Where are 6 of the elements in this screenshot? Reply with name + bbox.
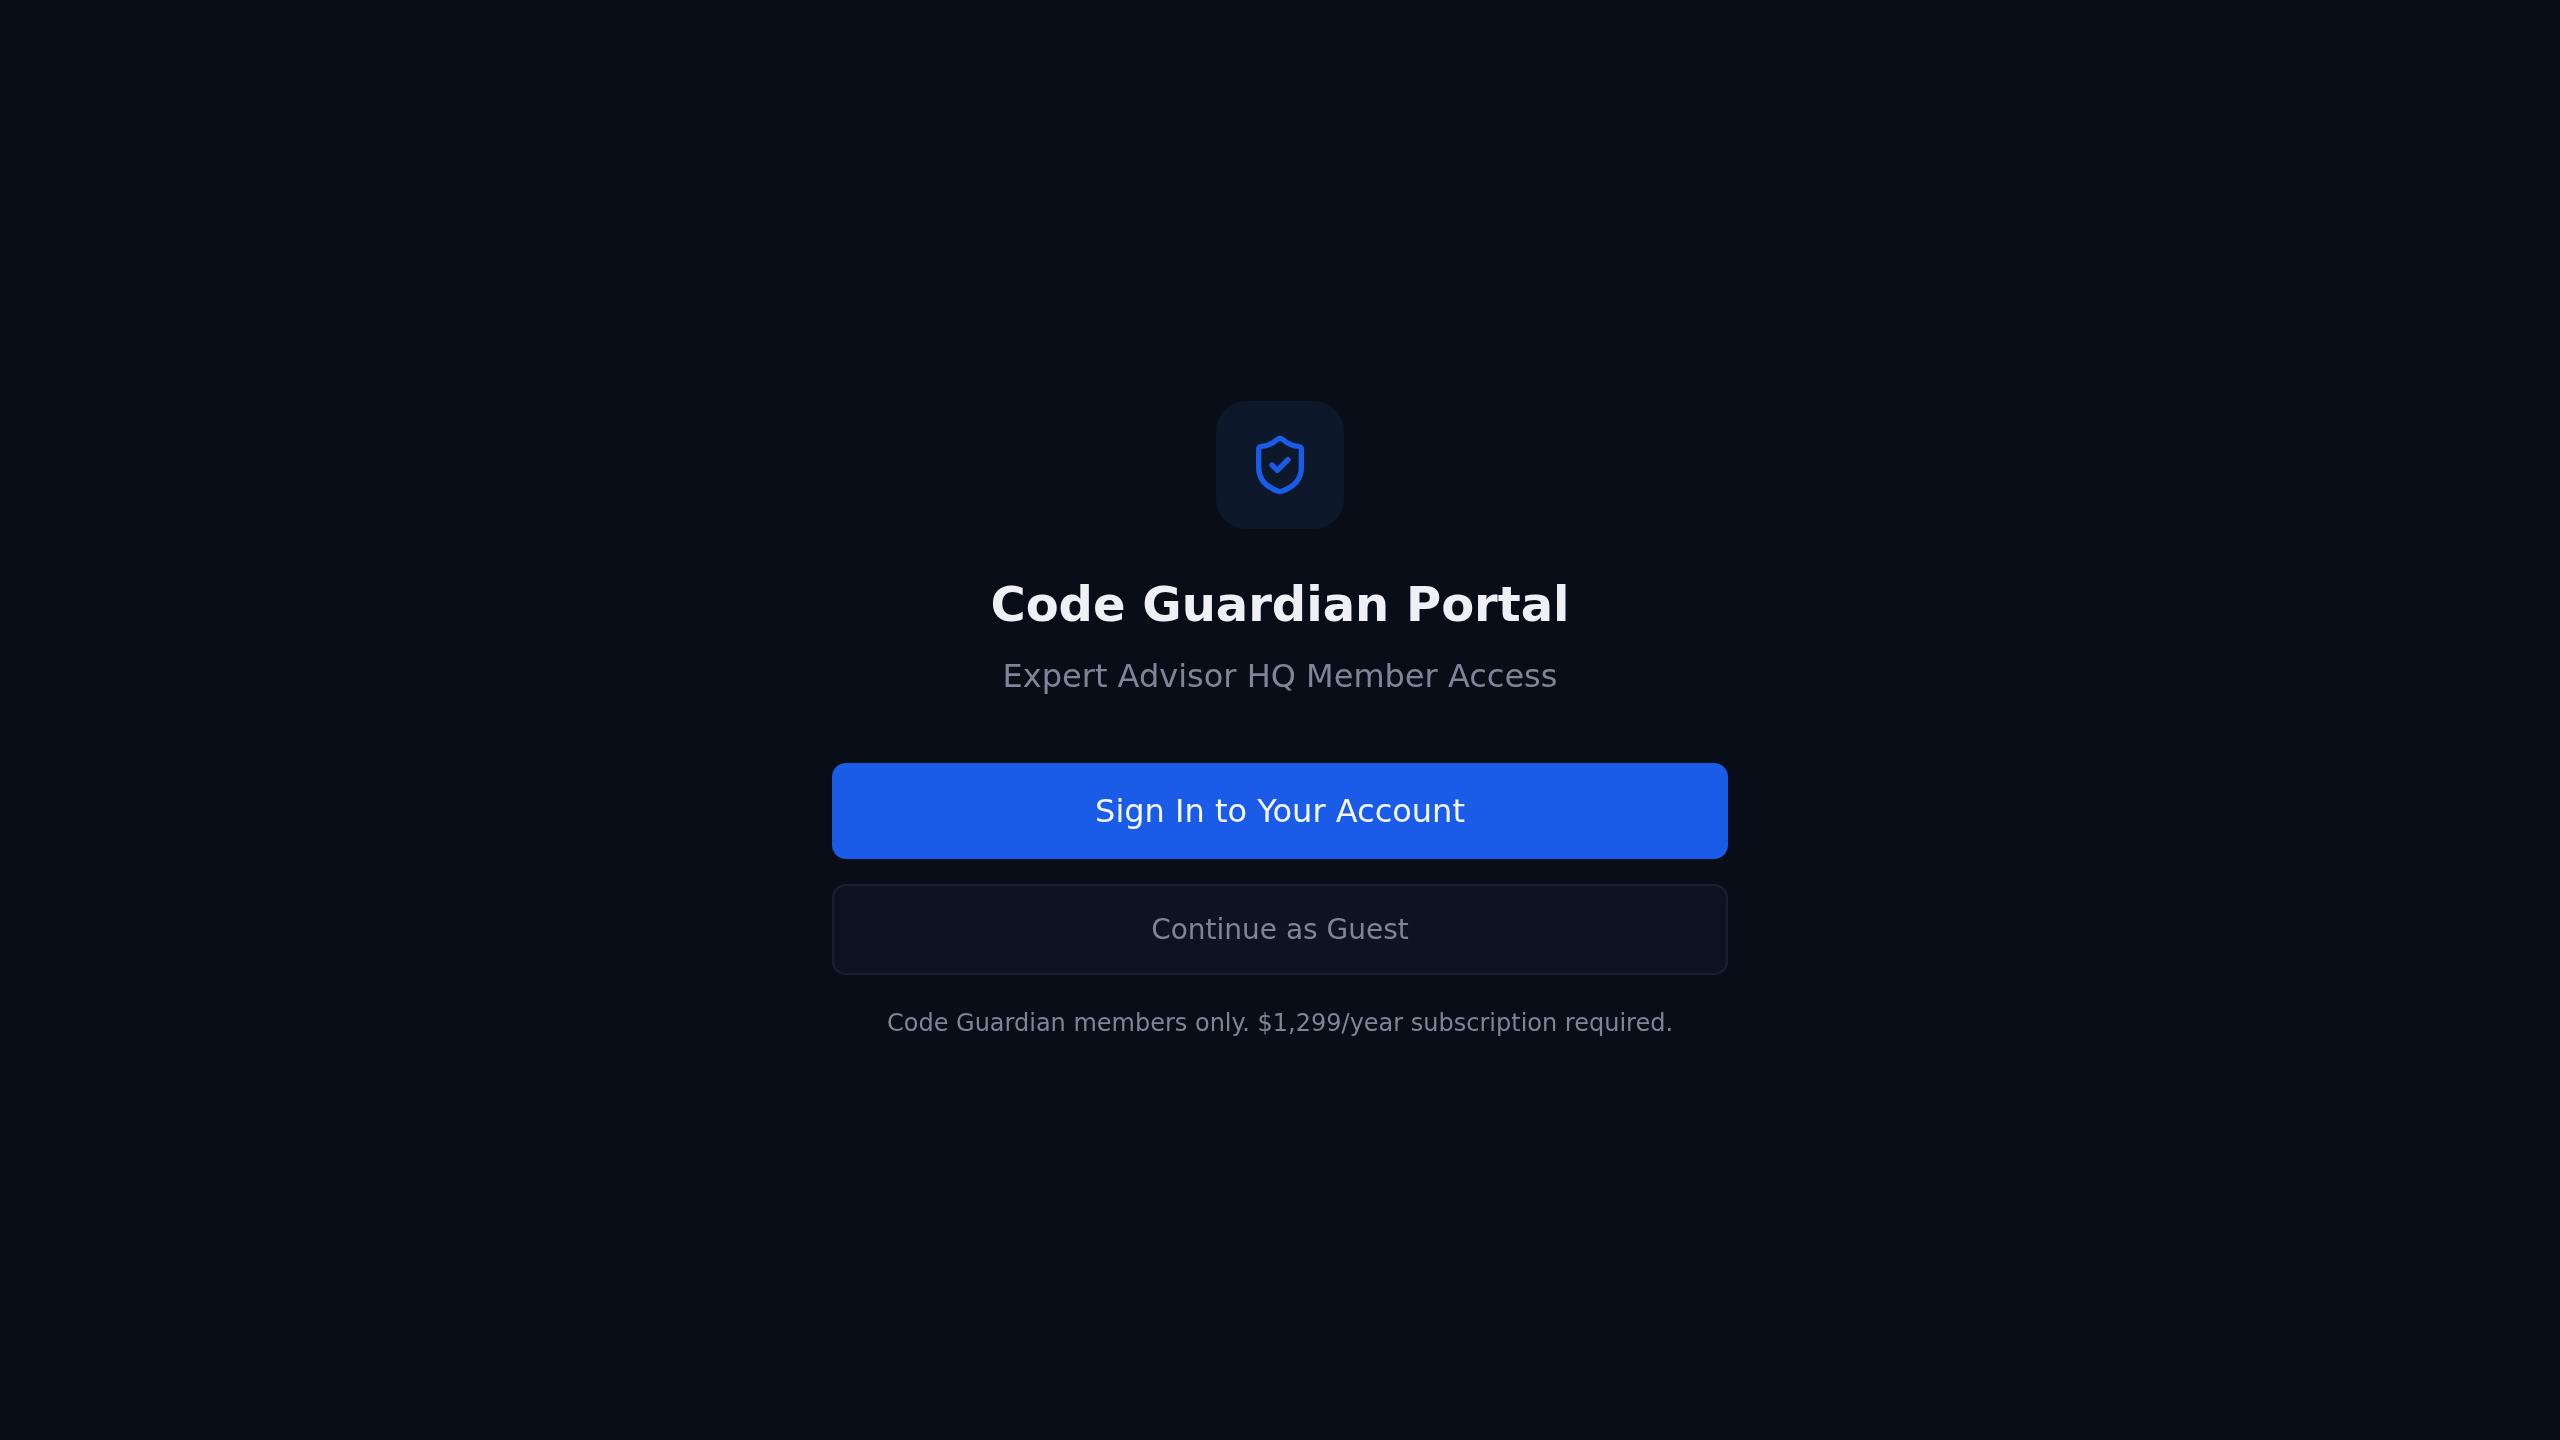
portal-subtitle: Expert Advisor HQ Member Access [1002, 656, 1558, 697]
sign-in-button[interactable]: Sign In to Your Account [832, 763, 1728, 859]
portal-title: Code Guardian Portal [990, 575, 1570, 633]
shield-check-icon [1216, 401, 1344, 529]
membership-note: Code Guardian members only. $1,299/year subscription required. [886, 1008, 1673, 1039]
guest-button[interactable]: Continue as Guest [832, 884, 1728, 975]
